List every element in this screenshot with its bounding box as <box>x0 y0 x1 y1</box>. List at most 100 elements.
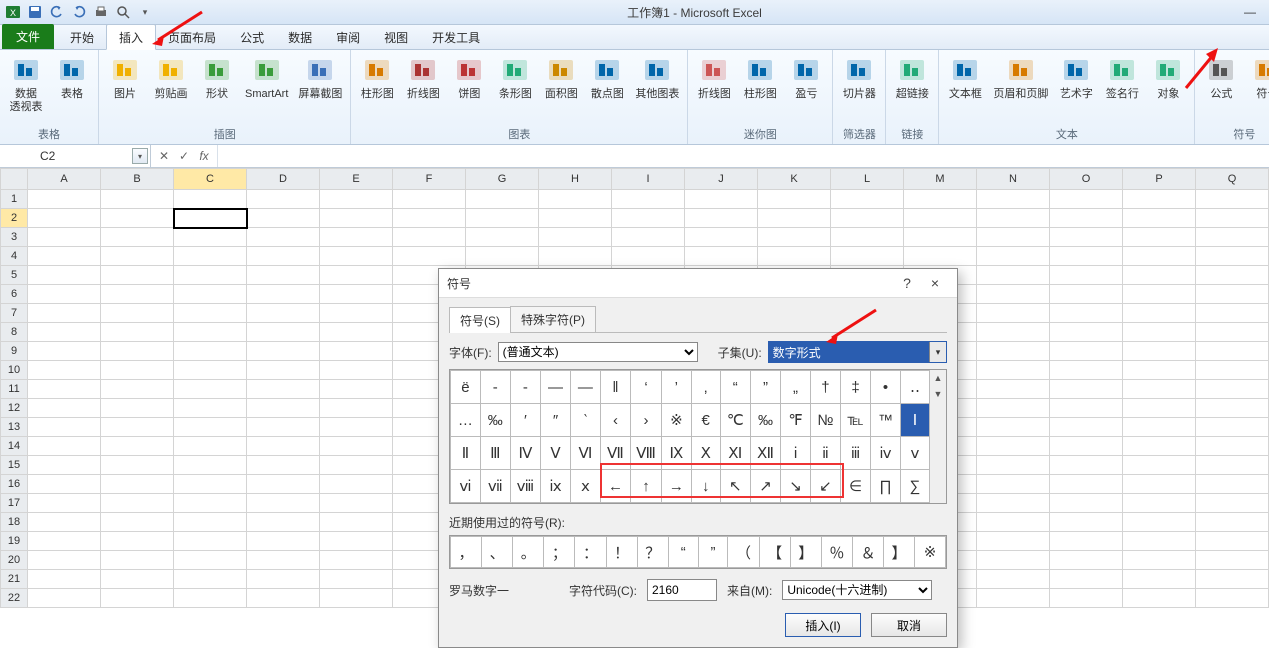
screenshot-button[interactable]: 屏幕截图 <box>294 52 346 103</box>
symbol-cell[interactable]: ↑ <box>631 470 662 503</box>
symbol-cell[interactable]: ― <box>570 371 600 404</box>
cell-C1[interactable] <box>174 190 247 209</box>
col-header-J[interactable]: J <box>685 169 758 190</box>
cell-E6[interactable] <box>320 285 393 304</box>
cell-A16[interactable] <box>28 475 101 494</box>
row-header-4[interactable]: 4 <box>1 247 28 266</box>
cell-E10[interactable] <box>320 361 393 380</box>
cell-E12[interactable] <box>320 399 393 418</box>
cell-N16[interactable] <box>977 475 1050 494</box>
cell-P3[interactable] <box>1123 228 1196 247</box>
symbol-cell[interactable]: Ⅰ <box>900 404 929 437</box>
symbol-cell[interactable]: Ⅹ <box>691 437 720 470</box>
font-select[interactable]: (普通文本) <box>498 342 698 362</box>
symbol-cell[interactable]: “ <box>720 371 750 404</box>
cell-N8[interactable] <box>977 323 1050 342</box>
cell-P16[interactable] <box>1123 475 1196 494</box>
row-header-14[interactable]: 14 <box>1 437 28 456</box>
print-icon[interactable] <box>92 2 110 22</box>
cell-B2[interactable] <box>101 209 174 228</box>
sparkcol-button[interactable]: 柱形图 <box>738 52 782 103</box>
symbol-cell[interactable]: Ⅶ <box>600 437 630 470</box>
cell-E9[interactable] <box>320 342 393 361</box>
row-header-2[interactable]: 2 <box>1 209 28 228</box>
cell-N1[interactable] <box>977 190 1050 209</box>
accept-entry-icon[interactable]: ✓ <box>175 149 193 163</box>
cell-A10[interactable] <box>28 361 101 380</box>
smartart-button[interactable]: SmartArt <box>241 52 292 103</box>
cancel-button[interactable]: 取消 <box>871 613 947 637</box>
picture-button[interactable]: 图片 <box>103 52 147 103</box>
cell-A3[interactable] <box>28 228 101 247</box>
cell-N5[interactable] <box>977 266 1050 285</box>
row-header-6[interactable]: 6 <box>1 285 28 304</box>
cell-D6[interactable] <box>247 285 320 304</box>
cell-Q2[interactable] <box>1196 209 1269 228</box>
cell-A11[interactable] <box>28 380 101 399</box>
cell-P11[interactable] <box>1123 380 1196 399</box>
cell-O16[interactable] <box>1050 475 1123 494</box>
cell-I2[interactable] <box>612 209 685 228</box>
scatter-chart-button[interactable]: 散点图 <box>585 52 629 103</box>
symbol-cell[interactable]: ‰ <box>480 404 510 437</box>
scroll-up-icon[interactable]: ▲ <box>930 370 946 386</box>
cell-E22[interactable] <box>320 589 393 608</box>
cell-Q8[interactable] <box>1196 323 1269 342</box>
cell-N11[interactable] <box>977 380 1050 399</box>
cell-B12[interactable] <box>101 399 174 418</box>
cell-D8[interactable] <box>247 323 320 342</box>
symbol-cell[interactable]: ⅵ <box>451 470 481 503</box>
symbol-cell[interactable]: ※ <box>661 404 691 437</box>
row-header-7[interactable]: 7 <box>1 304 28 323</box>
symbol-cell[interactable]: ‰ <box>750 404 780 437</box>
cell-C18[interactable] <box>174 513 247 532</box>
cell-H4[interactable] <box>539 247 612 266</box>
tab-数据[interactable]: 数据 <box>276 25 324 49</box>
cell-P9[interactable] <box>1123 342 1196 361</box>
row-header-10[interactable]: 10 <box>1 361 28 380</box>
cell-P17[interactable] <box>1123 494 1196 513</box>
cell-A17[interactable] <box>28 494 101 513</box>
recent-symbol-cell[interactable]: ％ <box>821 537 852 568</box>
symbol-cell[interactable]: ⅹ <box>570 470 600 503</box>
cell-B6[interactable] <box>101 285 174 304</box>
cell-L4[interactable] <box>831 247 904 266</box>
cell-Q16[interactable] <box>1196 475 1269 494</box>
cell-O12[interactable] <box>1050 399 1123 418</box>
cell-A1[interactable] <box>28 190 101 209</box>
textbox-button[interactable]: 文本框 <box>943 52 987 103</box>
cell-M4[interactable] <box>904 247 977 266</box>
cell-M2[interactable] <box>904 209 977 228</box>
symbol-cell[interactable]: ″ <box>541 404 571 437</box>
cell-P14[interactable] <box>1123 437 1196 456</box>
symbol-cell[interactable]: ⅳ <box>871 437 901 470</box>
row-header-13[interactable]: 13 <box>1 418 28 437</box>
cell-A8[interactable] <box>28 323 101 342</box>
symbol-cell[interactable]: ⅸ <box>541 470 571 503</box>
col-header-M[interactable]: M <box>904 169 977 190</box>
symbol-cell[interactable]: ” <box>750 371 780 404</box>
cell-O10[interactable] <box>1050 361 1123 380</box>
sparkline-button[interactable]: 折线图 <box>692 52 736 103</box>
cell-Q13[interactable] <box>1196 418 1269 437</box>
col-header-D[interactable]: D <box>247 169 320 190</box>
tab-file[interactable]: 文件 <box>2 24 54 49</box>
scroll-down-icon[interactable]: ▼ <box>930 386 946 402</box>
cell-Q1[interactable] <box>1196 190 1269 209</box>
cell-C11[interactable] <box>174 380 247 399</box>
cell-Q22[interactable] <box>1196 589 1269 608</box>
recent-symbol-cell[interactable]: “ <box>668 537 698 568</box>
cell-E5[interactable] <box>320 266 393 285</box>
column-chart-button[interactable]: 柱形图 <box>355 52 399 103</box>
cell-D14[interactable] <box>247 437 320 456</box>
cell-P20[interactable] <box>1123 551 1196 570</box>
cancel-entry-icon[interactable]: ✕ <box>155 149 173 163</box>
recent-symbol-cell[interactable]: ： <box>575 537 606 568</box>
cell-B5[interactable] <box>101 266 174 285</box>
symbol-cell[interactable]: Ⅸ <box>661 437 691 470</box>
cell-H3[interactable] <box>539 228 612 247</box>
cell-Q12[interactable] <box>1196 399 1269 418</box>
cell-P5[interactable] <box>1123 266 1196 285</box>
symbol-cell[interactable]: — <box>541 371 571 404</box>
cell-Q5[interactable] <box>1196 266 1269 285</box>
